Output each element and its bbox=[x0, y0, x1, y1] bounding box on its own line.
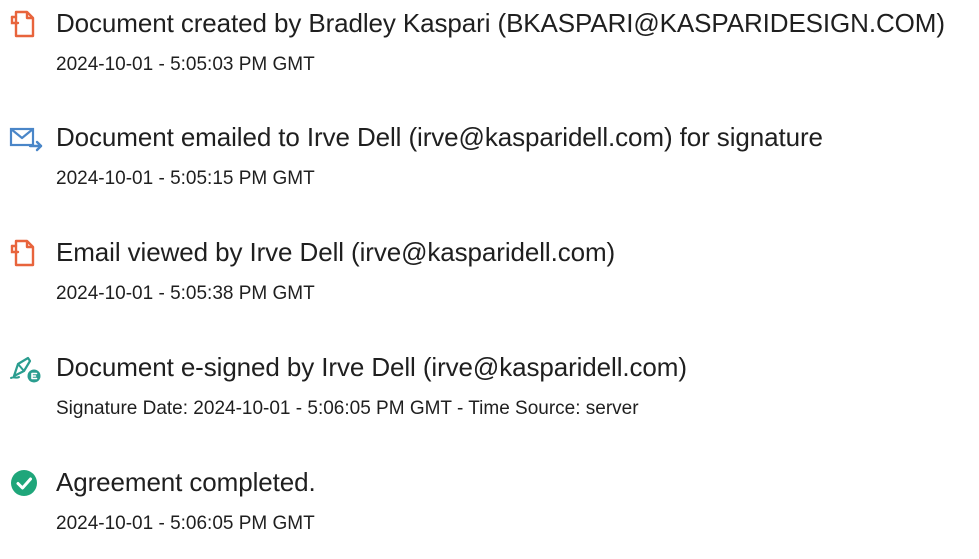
history-event-completed: Agreement completed. 2024-10-01 - 5:06:0… bbox=[0, 459, 979, 559]
event-signature-date: Signature Date: 2024-10-01 - 5:06:05 PM … bbox=[56, 398, 639, 419]
history-event-viewed: Email viewed by Irve Dell (irve@kasparid… bbox=[0, 229, 979, 329]
event-timestamp: 2024-10-01 - 5:05:15 PM GMT bbox=[56, 168, 315, 189]
event-timestamp: 2024-10-01 - 5:05:03 PM GMT bbox=[56, 54, 315, 75]
check-circle-icon bbox=[8, 467, 40, 499]
document-icon bbox=[8, 8, 40, 40]
event-timestamp: 2024-10-01 - 5:05:38 PM GMT bbox=[56, 283, 315, 304]
history-event-signed: Document e-signed by Irve Dell (irve@kas… bbox=[0, 344, 979, 444]
event-title: Document emailed to Irve Dell (irve@kasp… bbox=[56, 122, 823, 152]
event-title: Email viewed by Irve Dell (irve@kasparid… bbox=[56, 237, 616, 267]
esign-pen-icon bbox=[8, 352, 41, 384]
email-send-icon bbox=[8, 122, 43, 154]
event-title: Document e-signed by Irve Dell (irve@kas… bbox=[56, 352, 687, 382]
history-event-emailed: Document emailed to Irve Dell (irve@kasp… bbox=[0, 114, 979, 214]
event-title: Document created by Bradley Kaspari (BKA… bbox=[56, 8, 945, 38]
history-event-created: Document created by Bradley Kaspari (BKA… bbox=[0, 0, 979, 100]
document-icon bbox=[8, 237, 40, 269]
event-timestamp: 2024-10-01 - 5:06:05 PM GMT bbox=[56, 513, 315, 534]
event-title: Agreement completed. bbox=[56, 467, 316, 497]
